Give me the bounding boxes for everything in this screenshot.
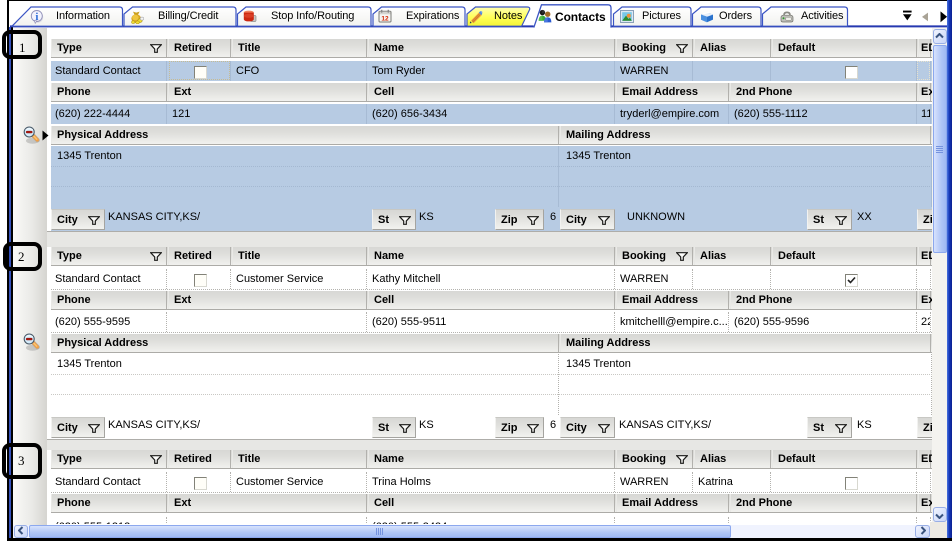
svg-text:12: 12 — [381, 15, 389, 22]
svg-text:i: i — [35, 11, 38, 23]
